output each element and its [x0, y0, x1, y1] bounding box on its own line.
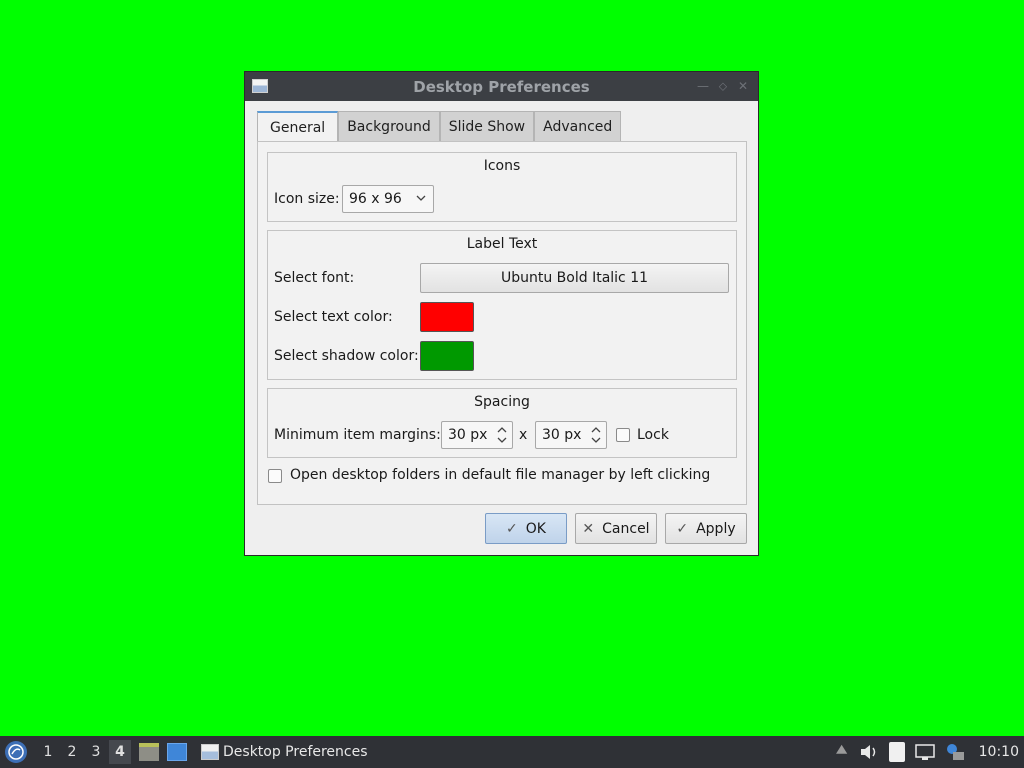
window-controls: — ⬦ ✕ — [696, 79, 750, 93]
tab-advanced[interactable]: Advanced — [534, 111, 622, 141]
task-desktop-preferences[interactable]: Desktop Preferences — [197, 736, 372, 768]
select-font-button[interactable]: Ubuntu Bold Italic 11 — [420, 263, 729, 293]
icon-size-value: 96 x 96 — [349, 191, 402, 207]
margin-y-value: 30 px — [542, 427, 582, 443]
cancel-button[interactable]: ✕ Cancel — [575, 513, 657, 544]
x-icon: ✕ — [582, 520, 595, 537]
select-font-label: Select font: — [274, 270, 355, 286]
label-text-group-title: Label Text — [466, 236, 538, 252]
window-title: Desktop Preferences — [413, 77, 590, 96]
clock[interactable]: 10:10 — [979, 744, 1019, 760]
label-text-group: Label Text Select font: Ubuntu Bold Ital… — [267, 230, 737, 380]
maximize-icon[interactable]: ⬦ — [716, 79, 730, 93]
ok-button-label: OK — [525, 520, 546, 537]
system-tray: 10:10 — [835, 736, 1024, 768]
task-title: Desktop Preferences — [223, 744, 368, 760]
file-manager-icon[interactable] — [139, 743, 159, 761]
apply-button[interactable]: ✓ Apply — [665, 513, 747, 544]
volume-icon[interactable] — [859, 743, 879, 761]
tab-bar: General Background Slide Show Advanced — [257, 111, 622, 142]
close-icon[interactable]: ✕ — [736, 79, 750, 93]
icons-group-title: Icons — [483, 158, 521, 174]
ok-button[interactable]: ✓ OK — [485, 513, 567, 544]
select-shadow-color-label: Select shadow color: — [274, 348, 419, 364]
show-desktop-icon[interactable] — [167, 743, 187, 761]
lubuntu-logo-icon — [8, 744, 24, 760]
update-notifier-icon[interactable] — [945, 743, 965, 761]
window-app-icon — [252, 79, 268, 93]
cancel-button-label: Cancel — [602, 520, 650, 537]
network-icon[interactable] — [914, 743, 935, 761]
margin-x-spinbox[interactable]: 30 px — [441, 421, 513, 449]
spacing-group-title: Spacing — [474, 394, 530, 410]
shadow-color-button[interactable] — [420, 341, 474, 371]
workspace-4[interactable]: 4 — [109, 740, 131, 764]
lock-label[interactable]: Lock — [637, 427, 669, 443]
open-folders-label[interactable]: Open desktop folders in default file man… — [290, 467, 710, 483]
font-value: Ubuntu Bold Italic 11 — [500, 270, 649, 286]
start-menu-button[interactable] — [5, 741, 27, 763]
select-text-color-label: Select text color: — [274, 309, 393, 325]
eject-icon[interactable] — [836, 744, 848, 754]
chevron-down-icon — [416, 195, 426, 201]
workspace-2[interactable]: 2 — [61, 740, 83, 764]
workspace-3[interactable]: 3 — [85, 740, 107, 764]
margin-x-value: 30 px — [448, 427, 488, 443]
tab-general[interactable]: General — [257, 111, 339, 142]
apply-button-label: Apply — [696, 520, 736, 537]
text-color-button[interactable] — [420, 302, 474, 332]
icon-size-label: Icon size: — [274, 191, 340, 207]
spin-arrows-icon[interactable] — [590, 425, 602, 445]
clipboard-icon[interactable] — [888, 742, 905, 762]
minimum-margins-label: Minimum item margins: — [274, 427, 441, 443]
workspace-1[interactable]: 1 — [37, 740, 59, 764]
check-icon: ✓ — [506, 520, 518, 537]
spacing-group: Spacing Minimum item margins: 30 px x 30… — [267, 388, 737, 458]
taskbar: 1 2 3 4 Desktop Preferences 10:10 — [0, 736, 1024, 768]
open-folders-checkbox[interactable] — [268, 469, 282, 483]
minimize-icon[interactable]: — — [696, 79, 710, 93]
spin-arrows-icon[interactable] — [496, 425, 508, 445]
icon-size-combo[interactable]: 96 x 96 — [342, 185, 434, 213]
tab-slide-show[interactable]: Slide Show — [439, 111, 535, 141]
desktop-preferences-window: Desktop Preferences — ⬦ ✕ General Backgr… — [244, 71, 759, 556]
margin-separator: x — [519, 427, 528, 443]
tab-background[interactable]: Background — [338, 111, 440, 141]
general-tab-panel: Icons Icon size: 96 x 96 Label Text Sele… — [257, 141, 747, 505]
window-app-icon — [201, 744, 219, 760]
check-icon: ✓ — [676, 520, 689, 537]
lock-checkbox[interactable] — [616, 428, 630, 442]
window-titlebar[interactable]: Desktop Preferences — ⬦ ✕ — [245, 72, 758, 101]
icons-group: Icons Icon size: 96 x 96 — [267, 152, 737, 222]
margin-y-spinbox[interactable]: 30 px — [535, 421, 607, 449]
